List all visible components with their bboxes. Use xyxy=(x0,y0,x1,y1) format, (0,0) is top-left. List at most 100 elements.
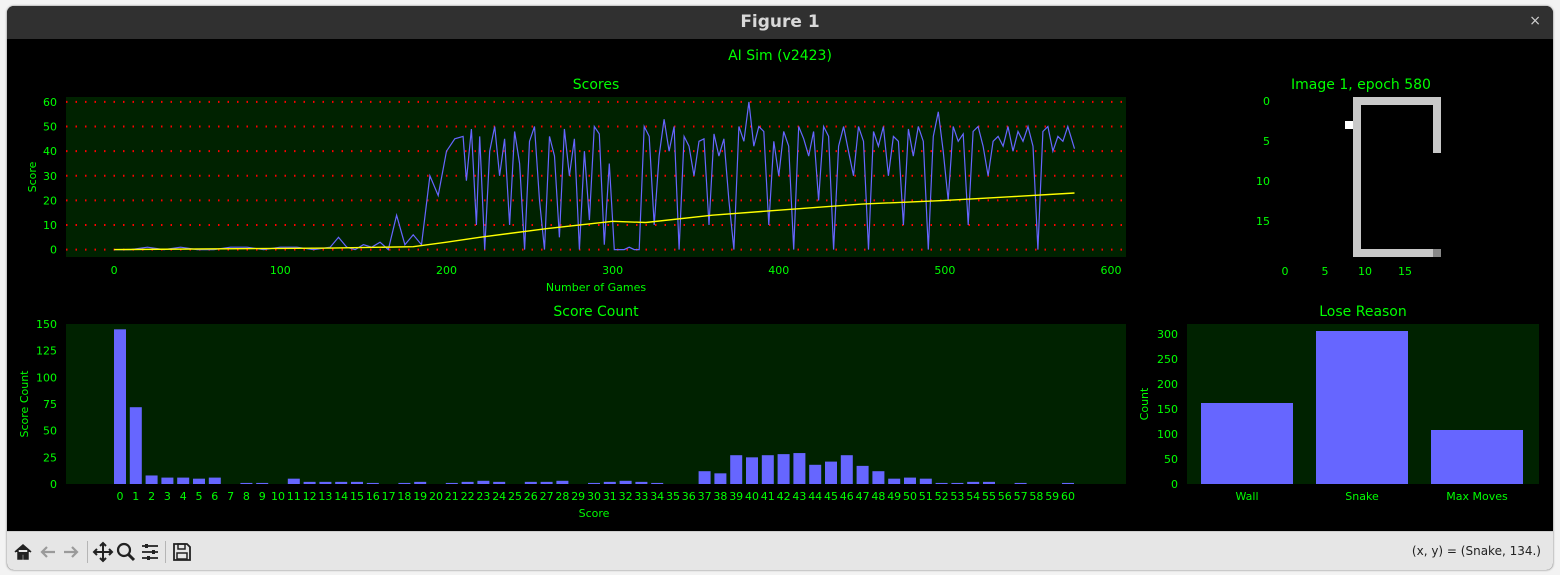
score-count-x-tick-label: 44 xyxy=(808,490,822,503)
score-count-x-tick-label: 34 xyxy=(650,490,664,503)
scores-x-tick-label: 600 xyxy=(1101,264,1122,277)
score-count-x-tick-label: 3 xyxy=(164,490,171,503)
score-count-y-tick-label: 75 xyxy=(43,398,57,411)
score-count-x-tick-label: 49 xyxy=(887,490,901,503)
scores-y-tick-label: 50 xyxy=(43,121,57,134)
score-count-x-tick-label: 30 xyxy=(587,490,601,503)
figure-title: AI Sim (v2423) xyxy=(728,48,832,64)
scores-y-tick-label: 10 xyxy=(43,219,57,232)
score-count-bar xyxy=(983,481,995,484)
score-count-x-tick-label: 31 xyxy=(603,490,617,503)
save-icon[interactable] xyxy=(171,541,193,563)
score-count-x-tick-label: 33 xyxy=(634,490,648,503)
score-count-bar xyxy=(240,482,253,484)
snake-body-cell xyxy=(1353,201,1361,209)
score-count-x-tick-label: 32 xyxy=(619,490,633,503)
snake-body-cell xyxy=(1353,209,1361,217)
snake-body-cell xyxy=(1433,121,1441,129)
score-count-bar xyxy=(493,481,506,484)
snake-body-cell xyxy=(1433,145,1441,153)
score-count-x-tick-label: 14 xyxy=(334,490,348,503)
figure-window: Figure 1 × AI Sim (v2423) 0 10 20 30 40 50 60 0… xyxy=(7,6,1553,570)
score-count-bar xyxy=(588,482,600,484)
score-count-bar xyxy=(919,478,932,484)
score-count-x-tick-label: 42 xyxy=(777,490,791,503)
close-icon[interactable]: × xyxy=(1529,13,1541,29)
score-count-x-tick-label: 23 xyxy=(476,490,490,503)
configure-subplots-icon[interactable] xyxy=(139,541,161,563)
score-count-bar xyxy=(904,477,916,484)
navigation-toolbar: (x, y) = (Snake, 134.) xyxy=(7,531,1553,570)
snake-body-cell xyxy=(1353,241,1361,249)
score-count-x-tick-label: 0 xyxy=(117,490,124,503)
board-y-tick-label: 5 xyxy=(1263,135,1270,148)
score-count-x-tick-label: 24 xyxy=(492,490,506,503)
score-count-x-tick-label: 35 xyxy=(666,490,680,503)
score-count-y-tick-label: 150 xyxy=(36,318,57,331)
score-count-x-tick-label: 59 xyxy=(1045,490,1059,503)
snake-body-cell xyxy=(1353,121,1361,129)
home-icon[interactable] xyxy=(12,541,34,563)
lose-reason-x-tick-label: Max Moves xyxy=(1446,490,1508,503)
lose-reason-x-tick-label: Wall xyxy=(1235,490,1258,503)
snake-body-cell xyxy=(1353,161,1361,169)
snake-body-cell xyxy=(1409,249,1417,257)
snake-body-cell xyxy=(1353,145,1361,153)
score-count-x-tick-label: 36 xyxy=(682,490,696,503)
score-count-x-tick-label: 6 xyxy=(211,490,218,503)
score-count-bar xyxy=(635,481,648,484)
board-y-tick-label: 15 xyxy=(1256,215,1270,228)
snake-body-cell xyxy=(1433,129,1441,137)
score-count-x-tick-label: 60 xyxy=(1061,490,1075,503)
snake-body-cell xyxy=(1353,217,1361,225)
score-count-title: Score Count xyxy=(553,304,639,320)
score-count-x-tick-label: 29 xyxy=(571,490,585,503)
score-count-x-tick-label: 54 xyxy=(966,490,980,503)
score-count-x-tick-label: 52 xyxy=(935,490,949,503)
score-count-x-tick-label: 25 xyxy=(508,490,522,503)
score-count-x-tick-label: 12 xyxy=(303,490,317,503)
snake-body-cell xyxy=(1353,113,1361,121)
snake-body-cell xyxy=(1425,97,1433,105)
score-count-x-tick-label: 15 xyxy=(350,490,364,503)
lose-reason-bar xyxy=(1201,403,1293,484)
score-count-x-tick-label: 2 xyxy=(148,490,155,503)
scores-x-tick-label: 200 xyxy=(436,264,457,277)
toolbar-separator xyxy=(165,541,166,563)
snake-body-cell xyxy=(1353,185,1361,193)
score-count-bar xyxy=(603,481,616,484)
score-count-bar xyxy=(809,464,822,484)
snake-body-cell xyxy=(1369,97,1377,105)
score-count-bar xyxy=(793,453,806,484)
board-title: Image 1, epoch 580 xyxy=(1291,77,1431,93)
scores-plot-area xyxy=(66,97,1126,257)
score-count-bar xyxy=(777,454,790,484)
score-count-x-tick-label: 22 xyxy=(461,490,475,503)
score-count-x-tick-label: 43 xyxy=(792,490,806,503)
score-count-x-tick-label: 16 xyxy=(366,490,380,503)
lose-reason-title: Lose Reason xyxy=(1319,304,1407,320)
snake-body-cell xyxy=(1353,97,1361,105)
scores-y-tick-label: 0 xyxy=(50,244,57,257)
score-count-x-tick-label: 4 xyxy=(180,490,187,503)
pan-icon[interactable] xyxy=(92,541,114,563)
snake-head-cell xyxy=(1433,249,1441,257)
figure-canvas[interactable]: AI Sim (v2423) 0 10 20 30 40 50 60 0 100 200 300 40… xyxy=(7,39,1553,531)
score-count-x-tick-label: 53 xyxy=(950,490,964,503)
score-count-x-tick-label: 13 xyxy=(318,490,332,503)
score-count-bar xyxy=(840,455,853,484)
snake-body-cell xyxy=(1361,249,1369,257)
back-arrow-icon[interactable] xyxy=(37,541,59,563)
scores-x-label: Number of Games xyxy=(546,281,647,294)
score-count-x-tick-label: 40 xyxy=(745,490,759,503)
snake-body-cell xyxy=(1353,137,1361,145)
score-count-y-tick-label: 0 xyxy=(50,478,57,491)
figure-svg: AI Sim (v2423) 01020304050600 100 200 300 40… xyxy=(18,48,1539,520)
snake-body-cell xyxy=(1385,249,1393,257)
score-count-bar xyxy=(524,481,537,484)
lose-reason-bar xyxy=(1316,331,1408,484)
score-count-bar xyxy=(540,481,553,484)
zoom-icon[interactable] xyxy=(115,541,137,563)
forward-arrow-icon[interactable] xyxy=(60,541,82,563)
score-count-x-tick-label: 26 xyxy=(524,490,538,503)
